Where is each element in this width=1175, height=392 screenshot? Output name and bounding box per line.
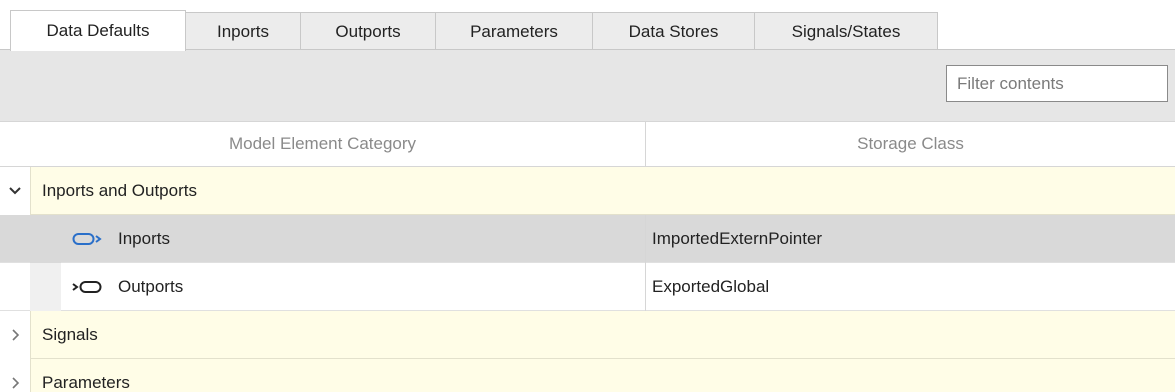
category-cell: Outports	[72, 263, 183, 311]
list-item-outports[interactable]: Outports ExportedGlobal	[0, 263, 1175, 311]
category-label: Inports and Outports	[42, 181, 197, 200]
grid-header: Model Element Category Storage Class	[0, 121, 1175, 167]
row-indent	[30, 263, 61, 311]
row-indent	[30, 215, 61, 263]
tab-parameters[interactable]: Parameters	[436, 12, 593, 50]
category-row-inports-outports[interactable]: Inports and Outports	[0, 167, 1175, 215]
storage-class-cell[interactable]: ExportedGlobal	[652, 263, 769, 311]
category-row-parameters[interactable]: Parameters	[0, 359, 1175, 392]
data-defaults-grid: Model Element Category Storage Class Inp…	[0, 121, 1175, 392]
item-label: Inports	[118, 229, 170, 248]
filter-contents-input[interactable]	[946, 65, 1168, 102]
toolbar	[0, 50, 1175, 121]
item-label: Outports	[118, 277, 184, 296]
cell-divider	[645, 215, 646, 263]
tab-outports[interactable]: Outports	[301, 12, 436, 50]
chevron-down-icon[interactable]	[0, 167, 30, 215]
chevron-right-icon[interactable]	[0, 359, 30, 392]
category-label: Parameters	[42, 373, 130, 392]
list-item-inports[interactable]: Inports ImportedExternPointer	[0, 215, 1175, 263]
category-label: Signals	[42, 325, 98, 344]
column-header-category[interactable]: Model Element Category	[0, 122, 645, 166]
category-band	[30, 311, 1175, 359]
storage-class-cell[interactable]: ImportedExternPointer	[652, 215, 822, 263]
tab-data-defaults[interactable]: Data Defaults	[10, 10, 186, 51]
category-row-signals[interactable]: Signals	[0, 311, 1175, 359]
tab-signals-states[interactable]: Signals/States	[755, 12, 938, 50]
chevron-right-icon[interactable]	[0, 311, 30, 359]
tab-data-stores[interactable]: Data Stores	[593, 12, 755, 50]
column-header-storage-class[interactable]: Storage Class	[646, 122, 1175, 166]
tab-inports[interactable]: Inports	[186, 12, 301, 50]
category-band	[30, 359, 1175, 392]
category-cell: Inports	[72, 215, 170, 263]
category-band	[30, 167, 1175, 215]
inport-icon	[72, 229, 112, 249]
outport-icon	[72, 277, 112, 297]
tab-bar: Data Defaults Inports Outports Parameter…	[0, 0, 1175, 51]
cell-divider	[645, 263, 646, 311]
